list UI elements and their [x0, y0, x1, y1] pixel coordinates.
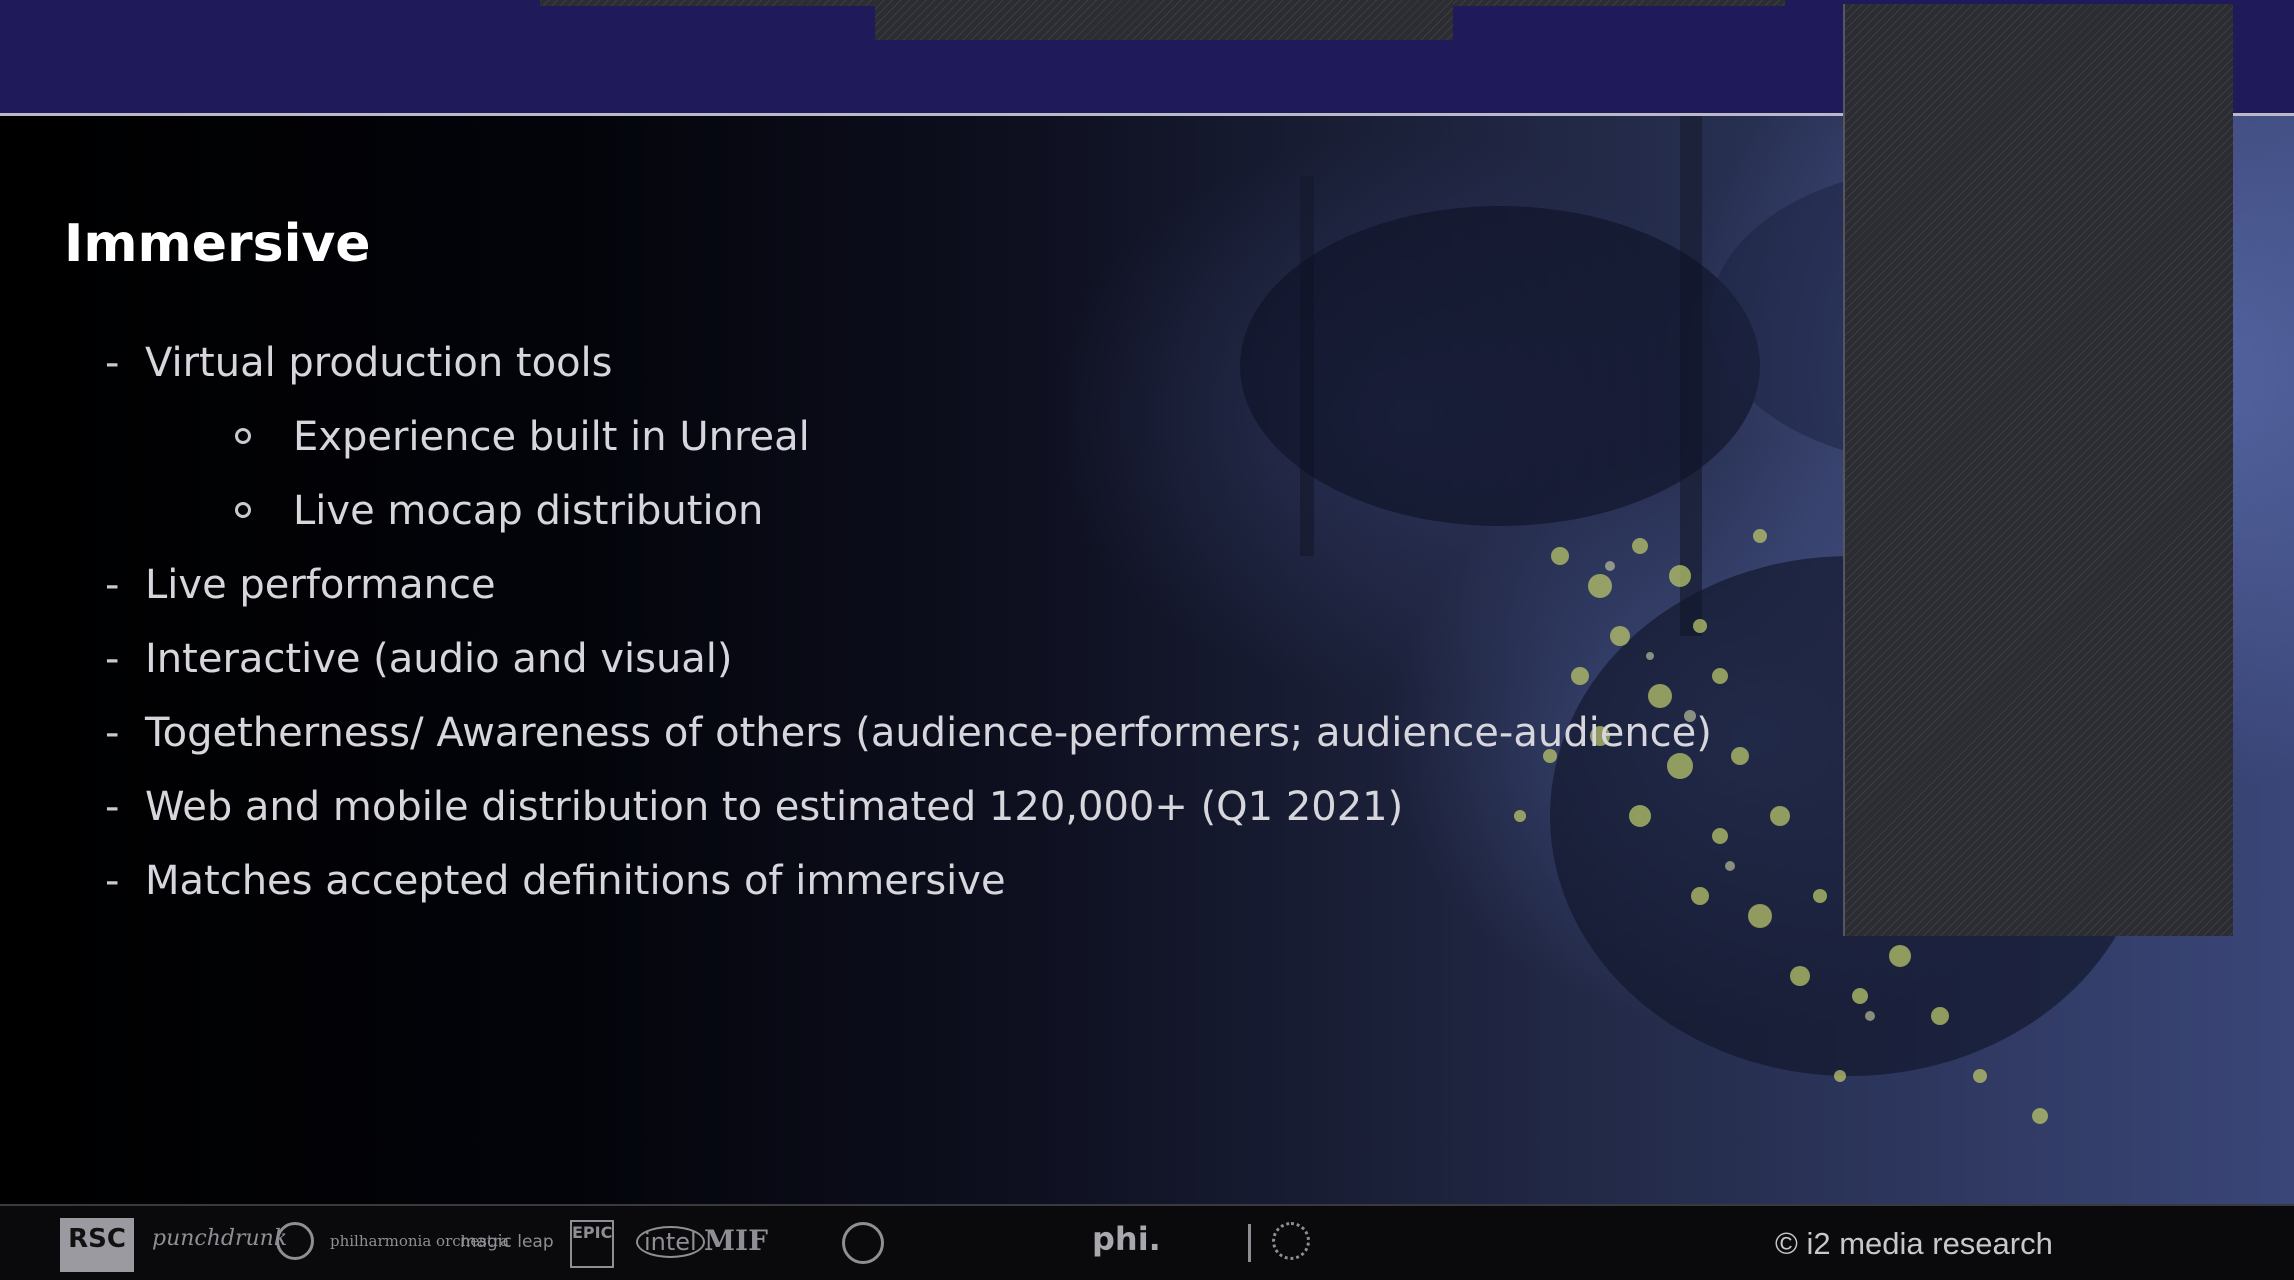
mif-logo: MIF — [704, 1224, 768, 1257]
dash-marker: - — [105, 562, 120, 608]
top-obscured-patch — [875, 0, 1453, 40]
copyright-text: © i2 media research — [1775, 1226, 2053, 1261]
bullet-text: Togetherness/ Awareness of others (audie… — [145, 710, 1712, 756]
dash-marker: - — [105, 858, 120, 904]
bullet-item: - Web and mobile distribution to estimat… — [105, 784, 1404, 830]
circle-bullet-icon — [235, 428, 251, 444]
industrial-strategy-logo-icon — [1272, 1222, 1310, 1260]
obscured-side-panel — [1843, 4, 2233, 936]
bullet-item: - Interactive (audio and visual) — [105, 636, 733, 682]
bullet-text: Live performance — [145, 562, 496, 608]
punchdrunk-logo: punchdrunk — [152, 1226, 288, 1251]
dash-marker: - — [105, 636, 120, 682]
bullet-item: - Matches accepted definitions of immers… — [105, 858, 1006, 904]
dash-marker: - — [105, 784, 120, 830]
circle-bullet-icon — [235, 502, 251, 518]
bullet-text: Interactive (audio and visual) — [145, 636, 733, 682]
bullet-item: - Togetherness/ Awareness of others (aud… — [105, 710, 1712, 756]
epic-games-logo: EPIC — [570, 1220, 614, 1268]
bullet-text: Matches accepted definitions of immersiv… — [145, 858, 1006, 904]
dash-marker: - — [105, 710, 120, 756]
sub-bullet-item: Experience built in Unreal — [235, 414, 810, 460]
partner-logo-footer: RSC punchdrunk philharmonia orchestra ma… — [0, 1204, 2294, 1280]
phi-logo: phi. — [1092, 1220, 1161, 1258]
bullet-text: Virtual production tools — [145, 340, 613, 386]
bullet-text: Web and mobile distribution to estimated… — [145, 784, 1404, 830]
bullet-text: Live mocap distribution — [293, 488, 764, 534]
magic-leap-logo: magic leap — [460, 1232, 554, 1252]
rsc-logo: RSC — [60, 1218, 134, 1272]
sub-bullet-item: Live mocap distribution — [235, 488, 764, 534]
bullet-item: - Live performance — [105, 562, 496, 608]
bullet-text: Experience built in Unreal — [293, 414, 810, 460]
badge-logo-icon — [842, 1222, 884, 1264]
logo-divider — [1248, 1224, 1251, 1262]
video-frame: Immersive - Virtual production tools Exp… — [0, 0, 2294, 1280]
bullet-item: - Virtual production tools — [105, 340, 613, 386]
circle-emblem-logo-icon — [276, 1222, 314, 1260]
intel-logo: intel — [636, 1226, 705, 1258]
slide-title: Immersive — [64, 214, 371, 274]
dash-marker: - — [105, 340, 120, 386]
